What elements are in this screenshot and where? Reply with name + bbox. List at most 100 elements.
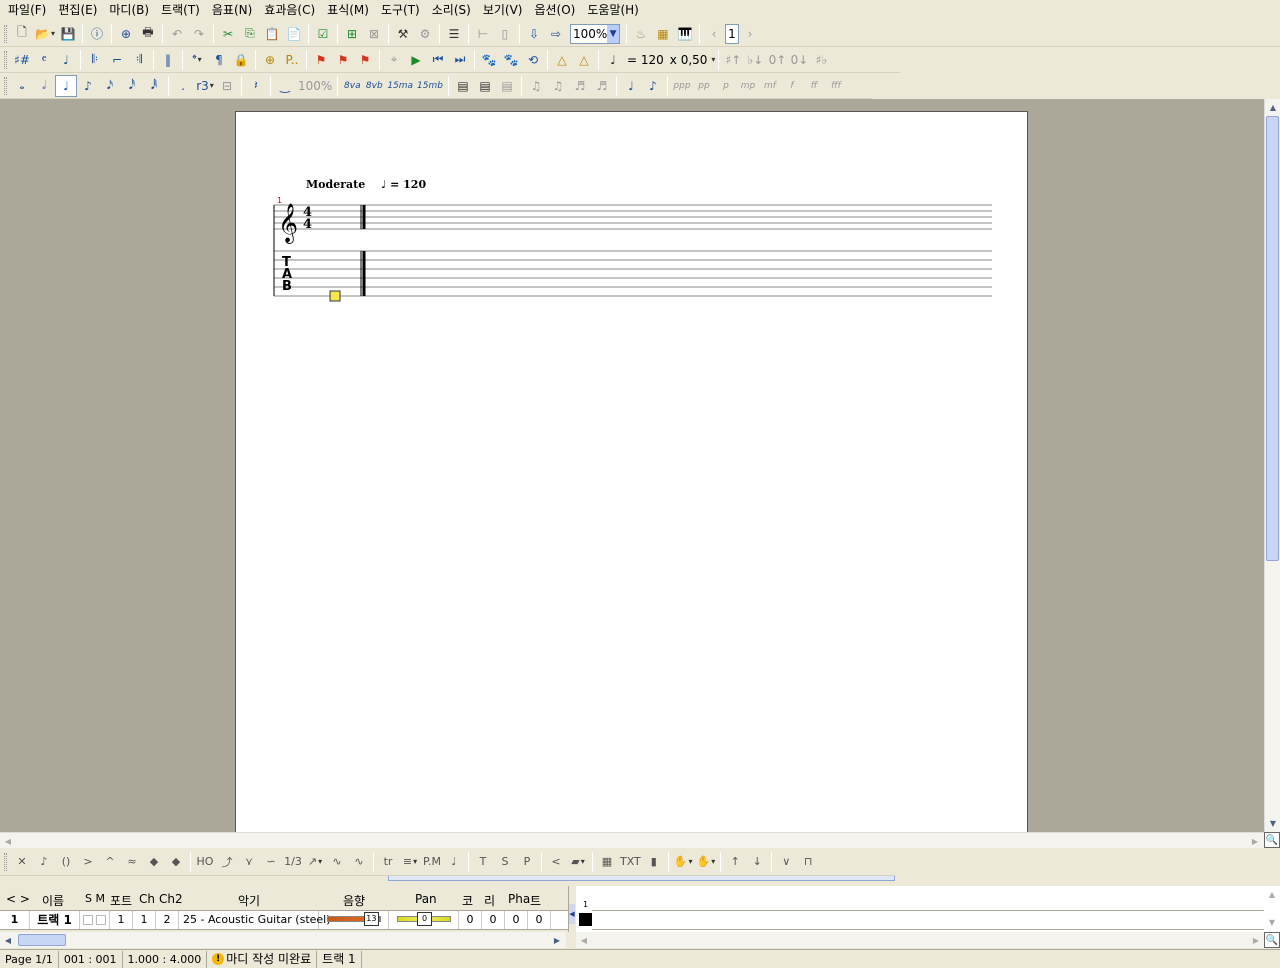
countdown-icon[interactable]: △ — [573, 49, 595, 71]
vertical-scroll-icon[interactable]: ⇩ — [523, 23, 545, 45]
heavy-accent-icon[interactable]: ^ — [99, 851, 121, 873]
track-reverb[interactable]: 0 — [482, 911, 505, 929]
piano-keyboard-icon[interactable]: 🎹 — [674, 23, 696, 45]
track-channel2[interactable]: 2 — [156, 911, 179, 929]
menu-bar-measure[interactable]: 마디(B) — [103, 0, 155, 21]
stroke-down-icon[interactable]: ✋ ▾ — [672, 851, 695, 873]
parchment-view-icon[interactable]: ▯ — [494, 23, 516, 45]
text-button[interactable]: TXT — [618, 851, 643, 873]
ghost-note-icon[interactable]: ♪ — [33, 851, 55, 873]
page-view-icon[interactable]: ☰ — [443, 23, 465, 45]
slide-icon[interactable]: ∽ — [260, 851, 282, 873]
marker-list-icon[interactable]: P.. — [281, 49, 303, 71]
track-phaser[interactable]: 0 — [505, 911, 528, 929]
staccato-icon[interactable]: ♩ — [443, 851, 465, 873]
horizontal-scrollbar[interactable]: ◀ ▶ — [0, 832, 1264, 848]
guitar-fretboard-icon[interactable]: ▦ — [652, 23, 674, 45]
open-folder-icon[interactable]: 📂 ▾ — [33, 23, 57, 45]
tempo-value[interactable]: = 120 — [624, 53, 667, 67]
stem-flip-icon[interactable]: ♪ — [642, 75, 664, 97]
pick-up-icon[interactable]: ⊓ — [797, 851, 819, 873]
menu-options[interactable]: 옵션(O) — [528, 0, 581, 21]
dotted-note-icon[interactable]: . — [172, 75, 194, 97]
track-instrument[interactable]: 25 - Acoustic Guitar (steel) — [179, 911, 331, 929]
thirty-second-note-icon[interactable]: 𝅘𝅥𝅰 — [121, 75, 143, 97]
page-number-field[interactable]: 1 — [724, 23, 739, 44]
tapping-button[interactable]: T — [472, 851, 494, 873]
trill-button[interactable]: tr — [377, 851, 399, 873]
toolbar-grip[interactable] — [4, 50, 7, 69]
fret-up-icon[interactable]: 0↑ — [766, 49, 788, 71]
tuning-fork-icon[interactable]: ⚒ — [392, 23, 414, 45]
beam-auto-icon[interactable]: ♫ — [525, 75, 547, 97]
alternate-ending-icon[interactable]: ⌐ — [106, 49, 128, 71]
dynamic-pp-button[interactable]: pp — [693, 75, 715, 97]
magnifier-icon[interactable]: 🔍 — [1264, 832, 1280, 848]
bend-icon[interactable]: ⤴ — [216, 851, 238, 873]
tie-icon[interactable]: ‿ — [274, 75, 296, 97]
footprint-bar-icon[interactable]: 🐾 — [500, 49, 522, 71]
track-nav-header[interactable]: < > — [6, 892, 30, 906]
toolbar-grip[interactable] — [4, 24, 7, 43]
print-preview-icon[interactable]: ⊕ — [115, 23, 137, 45]
undo-icon[interactable]: ↶ — [166, 23, 188, 45]
track-tremolo[interactable]: 0 — [528, 911, 551, 929]
beam-group-icon[interactable]: ♫ — [547, 75, 569, 97]
pan-thumb[interactable]: 0 — [417, 912, 432, 926]
key-signature-icon[interactable]: ♯# — [11, 49, 33, 71]
mute-checkbox[interactable] — [96, 915, 107, 925]
print-icon[interactable]: 🖶 — [137, 23, 159, 45]
beam-break-icon[interactable]: ▤ — [496, 75, 518, 97]
transpose-up-icon[interactable]: ♯↑ — [722, 49, 744, 71]
speed-value[interactable]: x 0,50 — [667, 53, 711, 67]
clef-icon[interactable]: ♩ — [55, 49, 77, 71]
multi-voice-icon[interactable]: ⊟ — [216, 75, 238, 97]
ottava-15ma-button[interactable]: 15ma — [385, 75, 415, 97]
input-cursor[interactable] — [329, 290, 341, 302]
solo-mute-toggles[interactable] — [80, 911, 110, 929]
redo-icon[interactable]: ↷ — [188, 23, 210, 45]
dynamic-ppp-button[interactable]: ppp — [671, 75, 693, 97]
enharmonic-icon[interactable]: ♯♭ — [810, 49, 832, 71]
scroll-right-icon[interactable]: ▶ — [549, 932, 565, 948]
beam-join-icon[interactable]: ▤ — [474, 75, 496, 97]
scroll-left-icon[interactable]: ◀ — [576, 932, 592, 948]
bookmark-next-icon[interactable]: ⚑ — [354, 49, 376, 71]
toolbar-grip[interactable] — [4, 76, 7, 95]
volume-thumb[interactable]: 13 — [363, 912, 379, 926]
timeline-scroll-up-icon[interactable]: ▲ — [1264, 886, 1280, 902]
menu-sound[interactable]: 소리(S) — [426, 0, 477, 21]
parentheses-note-icon[interactable]: () — [55, 851, 77, 873]
menu-effects[interactable]: 효과음(C) — [258, 0, 321, 21]
dynamic-ff-button[interactable]: ff — [803, 75, 825, 97]
scroll-right-icon[interactable]: ▶ — [1247, 833, 1263, 849]
lock-icon[interactable]: 🔒 — [230, 49, 252, 71]
rewind-icon[interactable]: ⏮ — [427, 49, 449, 71]
vibrato-icon[interactable]: ∿ — [326, 851, 348, 873]
next-page-icon[interactable]: › — [739, 23, 761, 45]
ottava-8vb-button[interactable]: 8vb — [363, 75, 385, 97]
effects-toolbar-expander[interactable] — [388, 876, 895, 881]
slide-dropdown-icon[interactable]: ↗ ▾ — [304, 851, 326, 873]
scroll-thumb[interactable] — [1266, 116, 1279, 561]
metronome-icon[interactable]: ⌖ — [383, 49, 405, 71]
copy-bar-icon[interactable]: ⎘ — [239, 23, 261, 45]
scroll-left-icon[interactable]: ◀ — [0, 833, 16, 849]
menu-help[interactable]: 도움말(H) — [581, 0, 645, 21]
slap-button[interactable]: S — [494, 851, 516, 873]
menu-markers[interactable]: 표식(M) — [321, 0, 375, 21]
insert-bar-icon[interactable]: ⊞ — [341, 23, 363, 45]
file-info-icon[interactable]: ⓘ — [86, 23, 108, 45]
previous-page-icon[interactable]: ‹ — [703, 23, 725, 45]
bookmark-icon[interactable]: ⚑ — [310, 49, 332, 71]
chord-diagram-icon[interactable]: ▦ — [596, 851, 618, 873]
zoom-select[interactable]: 100% ▼ — [569, 23, 620, 44]
play-icon[interactable]: ▶ — [405, 49, 427, 71]
rest-icon[interactable]: 𝄽 — [245, 75, 267, 97]
track-chorus[interactable]: 0 — [459, 911, 482, 929]
section-icon[interactable]: ¶ — [208, 49, 230, 71]
chevron-down-icon[interactable]: ▼ — [607, 24, 619, 43]
track-panel-scrollbar[interactable]: ◀ ▶ — [0, 932, 566, 948]
stroke-up-icon[interactable]: ✋ ▾ — [695, 851, 718, 873]
pan-slider[interactable]: 0 — [389, 911, 459, 929]
